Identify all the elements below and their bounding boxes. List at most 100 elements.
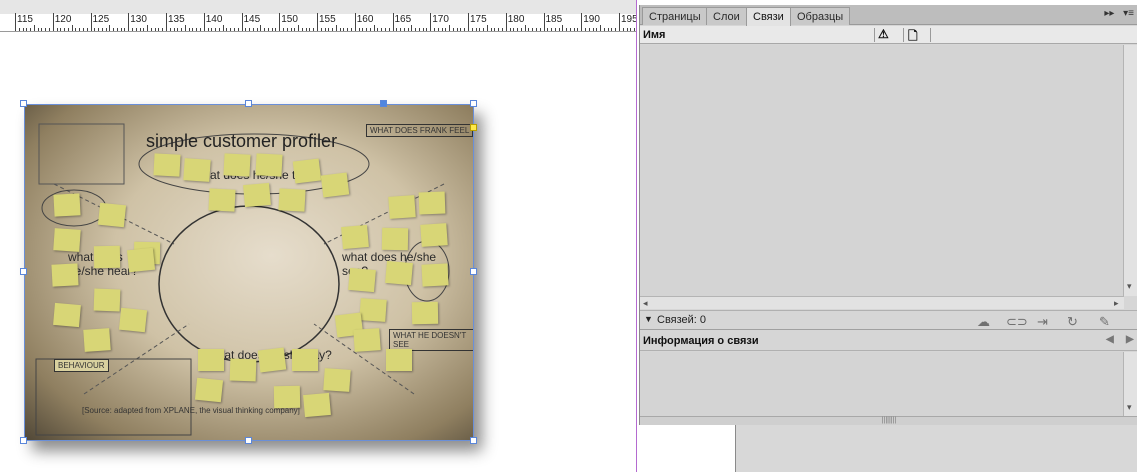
ruler-tick bbox=[354, 13, 356, 31]
resize-handle-top-left[interactable] bbox=[20, 100, 27, 107]
ruler-tick bbox=[283, 28, 285, 31]
disclosure-triangle-icon[interactable]: ▼ bbox=[644, 314, 653, 324]
ruler-tick bbox=[184, 25, 186, 31]
column-separator bbox=[930, 28, 931, 42]
horizontal-ruler[interactable]: 115 120 125 130 135 140 145 150 155 160 165 170 175 1… bbox=[0, 0, 637, 32]
ruler-tick-label: 150 bbox=[281, 14, 298, 25]
ruler-tick bbox=[301, 28, 303, 31]
ruler-tick bbox=[271, 28, 273, 31]
warning-icon[interactable]: ⚠ bbox=[878, 27, 889, 41]
ruler-tick-label: 140 bbox=[205, 14, 223, 25]
ruler-tick bbox=[569, 28, 571, 31]
ruler-tick bbox=[332, 28, 334, 31]
panel-resize-grip[interactable]: |||||||| bbox=[640, 416, 1137, 425]
panel-collapse-and-menu[interactable]: ▸▸ ▾≡ bbox=[1104, 8, 1134, 19]
ruler-tick bbox=[196, 28, 198, 31]
scroll-right-icon[interactable]: ▸ bbox=[1114, 298, 1119, 309]
selection-frame[interactable] bbox=[24, 104, 474, 441]
tab-pages[interactable]: Страницы bbox=[642, 7, 708, 25]
resize-handle-middle-right[interactable] bbox=[470, 268, 477, 275]
ruler-tick bbox=[479, 28, 481, 31]
ruler-tick bbox=[211, 28, 213, 31]
tab-links[interactable]: Связи bbox=[746, 7, 791, 26]
ruler-tick bbox=[532, 28, 534, 31]
ruler-tick bbox=[120, 28, 122, 31]
ruler-tick bbox=[483, 28, 485, 31]
resize-handle-bottom-left[interactable] bbox=[20, 437, 27, 444]
ruler-tick bbox=[494, 28, 496, 31]
ruler-tick bbox=[181, 28, 183, 31]
ruler-tick bbox=[513, 28, 515, 31]
next-link-icon[interactable]: ▶ bbox=[1126, 334, 1134, 345]
update-link-icon[interactable]: ↻ bbox=[1067, 314, 1078, 330]
ruler-tick bbox=[256, 28, 258, 31]
links-list-vertical-scrollbar[interactable]: ▾ bbox=[1123, 45, 1137, 296]
ruler-tick bbox=[350, 28, 352, 31]
ruler-tick bbox=[535, 28, 537, 31]
ruler-tick bbox=[611, 28, 613, 31]
ruler-tick bbox=[313, 28, 315, 31]
links-panel[interactable]: Страницы Слои Связи Образцы ▸▸ ▾≡ Имя ⚠ … bbox=[639, 5, 1137, 425]
ruler-tick bbox=[373, 25, 375, 31]
ruler-tick bbox=[109, 25, 111, 31]
ruler-tick bbox=[135, 28, 137, 31]
ruler-tick bbox=[56, 28, 58, 31]
corner-options-handle[interactable] bbox=[470, 124, 477, 131]
link-info-scrollbar[interactable]: ▾ bbox=[1123, 352, 1137, 416]
ruler-tick bbox=[169, 28, 171, 31]
ruler-tick bbox=[147, 25, 149, 31]
ruler-tick bbox=[554, 28, 556, 31]
ruler-tick-label: 125 bbox=[92, 14, 110, 25]
column-name-label[interactable]: Имя bbox=[643, 29, 665, 41]
ruler-tick bbox=[577, 28, 579, 31]
ruler-tick bbox=[551, 28, 553, 31]
resize-handle-middle-left[interactable] bbox=[20, 268, 27, 275]
ruler-tick bbox=[460, 28, 462, 31]
ruler-tick bbox=[558, 28, 560, 31]
placed-image[interactable]: simple customer profiler What does he/sh… bbox=[20, 100, 477, 444]
ruler-tick bbox=[441, 28, 443, 31]
links-list[interactable] bbox=[640, 45, 1124, 296]
ruler-tick bbox=[222, 25, 224, 31]
resize-handle-top-right[interactable] bbox=[470, 100, 477, 107]
tab-swatches[interactable]: Образцы bbox=[790, 7, 851, 25]
ruler-tick bbox=[245, 28, 247, 31]
ruler-tick bbox=[124, 28, 126, 31]
tab-layers[interactable]: Слои bbox=[706, 7, 747, 25]
ruler-tick bbox=[634, 28, 636, 31]
resize-handle-top-middle[interactable] bbox=[245, 100, 252, 107]
cloud-icon[interactable]: ☁ bbox=[977, 314, 990, 330]
scroll-left-icon[interactable]: ◂ bbox=[643, 298, 648, 309]
ruler-tick bbox=[37, 28, 39, 31]
ruler-tick bbox=[464, 28, 466, 31]
edit-original-icon[interactable]: ✎ bbox=[1099, 314, 1110, 330]
ruler-tick bbox=[528, 28, 530, 31]
scroll-down-icon[interactable]: ▾ bbox=[1127, 281, 1132, 292]
ruler-tick bbox=[592, 28, 594, 31]
ruler-tick bbox=[264, 28, 266, 31]
ruler-tick bbox=[377, 28, 379, 31]
previous-link-icon[interactable]: ◀ bbox=[1106, 334, 1114, 345]
resize-handle-bottom-right[interactable] bbox=[470, 437, 477, 444]
links-list-horizontal-scrollbar[interactable]: ◂ ▸ bbox=[640, 296, 1124, 309]
ruler-tick bbox=[415, 28, 417, 31]
ruler-tick bbox=[456, 28, 458, 31]
ruler-tick bbox=[162, 28, 164, 31]
content-grabber-handle[interactable] bbox=[380, 100, 387, 107]
panel-tab-bar: Страницы Слои Связи Образцы ▸▸ ▾≡ bbox=[640, 5, 1137, 26]
ruler-tick bbox=[434, 28, 436, 31]
goto-link-icon[interactable]: ⇥ bbox=[1037, 314, 1048, 330]
ruler-tick bbox=[475, 28, 477, 31]
ruler-tick bbox=[358, 28, 360, 31]
ruler-tick bbox=[343, 28, 345, 31]
panel-menu-icon[interactable]: ▾≡ bbox=[1123, 8, 1134, 19]
scroll-down-icon[interactable]: ▾ bbox=[1127, 402, 1132, 413]
ruler-tick bbox=[328, 28, 330, 31]
ruler-tick bbox=[230, 28, 232, 31]
ruler-tick bbox=[396, 28, 398, 31]
relink-icon[interactable]: ⊂⊃ bbox=[1006, 314, 1028, 330]
column-header: Имя ⚠ 🗋 bbox=[640, 26, 1137, 44]
resize-handle-bottom-middle[interactable] bbox=[245, 437, 252, 444]
double-chevron-right-icon[interactable]: ▸▸ bbox=[1104, 8, 1114, 19]
ruler-tick bbox=[26, 28, 28, 31]
